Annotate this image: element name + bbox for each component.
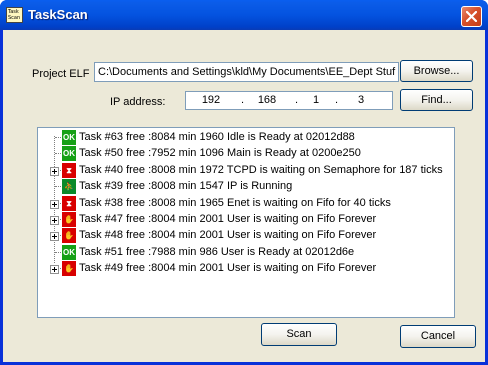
ip-octet-3[interactable]: 1 bbox=[301, 94, 331, 106]
hand-icon: ✋ bbox=[62, 212, 76, 227]
task-tree-item[interactable]: ⧗ Task #38 free :8008 min 1965 Enet is wa… bbox=[38, 195, 448, 212]
cancel-button[interactable]: Cancel bbox=[400, 325, 476, 348]
task-status-text: Task #48 free :8004 min 2001 User is wai… bbox=[79, 229, 377, 242]
task-tree-item[interactable]: ✋ Task #48 free :8004 min 2001 User is wa… bbox=[38, 228, 448, 244]
find-button[interactable]: Find... bbox=[400, 89, 473, 111]
ok-icon: OK bbox=[62, 146, 76, 162]
ip-address-field[interactable]: 192 . 168 . 1 . 3 bbox=[185, 91, 393, 110]
ok-icon: OK bbox=[62, 130, 76, 145]
task-status-text: Task #49 free :8004 min 2001 User is wai… bbox=[79, 262, 377, 275]
taskscan-window: Task Scan TaskScan Project ELF C:\Docume… bbox=[0, 0, 488, 365]
expand-icon[interactable] bbox=[50, 166, 59, 176]
task-tree-item[interactable]: ✋ Task #47 free :8004 min 2001 User is wa… bbox=[38, 212, 448, 228]
task-status-text: Task #50 free :7952 min 1096 Main is Rea… bbox=[79, 147, 361, 160]
close-icon bbox=[466, 11, 477, 22]
hourglass-icon: ⧗ bbox=[62, 162, 76, 178]
task-tree[interactable]: OK Task #63 free :8084 min 1960 Idle is R… bbox=[37, 127, 455, 318]
ip-octet-2[interactable]: 168 bbox=[252, 94, 282, 106]
dialog-body: Project ELF C:\Documents and Settings\kl… bbox=[3, 30, 485, 362]
task-status-text: Task #47 free :8004 min 2001 User is wai… bbox=[79, 213, 377, 225]
project-elf-field[interactable]: C:\Documents and Settings\kld\My Documen… bbox=[94, 62, 399, 82]
task-status-text: Task #39 free :8008 min 1547 IP is Runni… bbox=[79, 180, 293, 193]
ip-dot-3: . bbox=[335, 94, 339, 106]
browse-button[interactable]: Browse... bbox=[400, 60, 473, 82]
task-tree-item[interactable]: ✋ Task #49 free :8004 min 2001 User is wa… bbox=[38, 261, 448, 277]
hourglass-icon: ⧗ bbox=[62, 195, 76, 211]
close-button[interactable] bbox=[461, 6, 482, 27]
ip-octet-4[interactable]: 3 bbox=[346, 94, 376, 106]
hand-icon: ✋ bbox=[62, 228, 76, 244]
task-tree-item[interactable]: OK Task #63 free :8084 min 1960 Idle is R… bbox=[38, 130, 448, 146]
project-elf-label: Project ELF bbox=[32, 68, 90, 80]
ok-icon: OK bbox=[62, 244, 76, 260]
task-status-text: Task #40 free :8008 min 1972 TCPD is wai… bbox=[79, 163, 443, 176]
expand-icon[interactable] bbox=[50, 199, 59, 209]
ip-dot-1: . bbox=[241, 94, 245, 106]
task-tree-item[interactable]: ⧗ Task #40 free :8008 min 1972 TCPD is wa… bbox=[38, 162, 448, 179]
task-tree-item[interactable]: OK Task #51 free :7988 min 986 User is Re… bbox=[38, 244, 448, 261]
expand-icon[interactable] bbox=[50, 265, 59, 275]
task-status-text: Task #63 free :8084 min 1960 Idle is Rea… bbox=[79, 131, 355, 143]
task-tree-item[interactable]: ⛹ Task #39 free :8008 min 1547 IP is Runn… bbox=[38, 179, 448, 195]
taskscan-app-icon: Task Scan bbox=[6, 7, 23, 23]
expand-icon[interactable] bbox=[50, 232, 59, 242]
ip-octet-1[interactable]: 192 bbox=[196, 94, 226, 106]
task-status-text: Task #38 free :8008 min 1965 Enet is wai… bbox=[79, 196, 391, 209]
task-tree-item[interactable]: OK Task #50 free :7952 min 1096 Main is R… bbox=[38, 146, 448, 162]
running-icon: ⛹ bbox=[62, 179, 76, 195]
expand-icon[interactable] bbox=[50, 216, 59, 225]
window-title: TaskScan bbox=[28, 7, 88, 22]
ip-dot-2: . bbox=[295, 94, 299, 106]
app-icon-text-2: Scan bbox=[8, 15, 21, 21]
scan-button[interactable]: Scan bbox=[261, 323, 337, 346]
hand-icon: ✋ bbox=[62, 261, 76, 277]
task-status-text: Task #51 free :7988 min 986 User is Read… bbox=[79, 245, 355, 258]
title-bar[interactable]: Task Scan TaskScan bbox=[0, 0, 488, 30]
ip-address-label: IP address: bbox=[110, 96, 166, 108]
